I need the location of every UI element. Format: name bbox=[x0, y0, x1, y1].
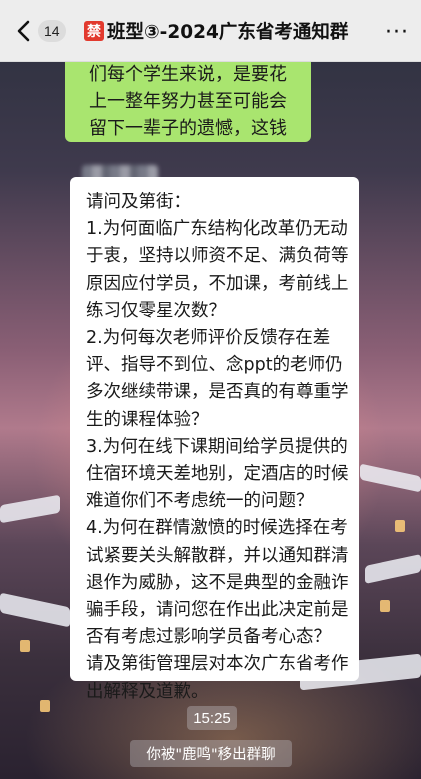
back-button[interactable] bbox=[10, 18, 36, 44]
banned-badge: 禁 bbox=[84, 21, 104, 41]
more-dots-icon: ··· bbox=[385, 20, 409, 45]
message-timestamp: 15:25 bbox=[187, 706, 237, 730]
system-notice: 你被"鹿鸣"移出群聊 bbox=[130, 740, 292, 767]
chevron-left-icon bbox=[17, 20, 30, 42]
chat-title-group: 禁 班型③-2024广东省考通知群 bbox=[84, 18, 348, 44]
chat-header: 14 禁 班型③-2024广东省考通知群 ··· bbox=[0, 0, 421, 62]
more-options-button[interactable]: ··· bbox=[385, 20, 409, 45]
received-message-bubble[interactable]: 请问及第街： 1.为何面临广东结构化改革仍无动于衷，坚持以师资不足、满负荷等原因… bbox=[70, 177, 359, 702]
message-text: 请问及第街： 1.为何面临广东结构化改革仍无动于衷，坚持以师资不足、满负荷等原因… bbox=[86, 192, 349, 702]
unread-count-badge[interactable]: 14 bbox=[38, 20, 66, 42]
chat-title: 班型③-2024广东省考通知群 bbox=[107, 22, 349, 43]
